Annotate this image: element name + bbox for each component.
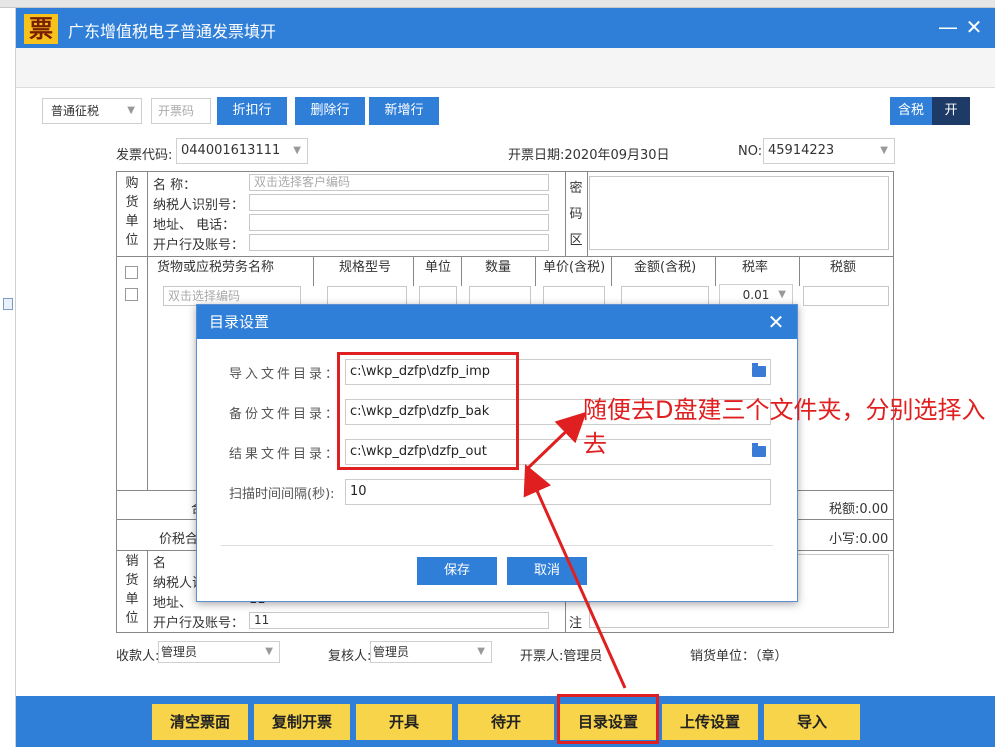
annotation-arrows: [523, 411, 627, 689]
annotation-text: 随便去D盘建三个文件夹，分别选择入去: [583, 396, 986, 458]
arrow-to-annotation: [526, 411, 587, 470]
arrow-to-fields: [523, 464, 627, 689]
